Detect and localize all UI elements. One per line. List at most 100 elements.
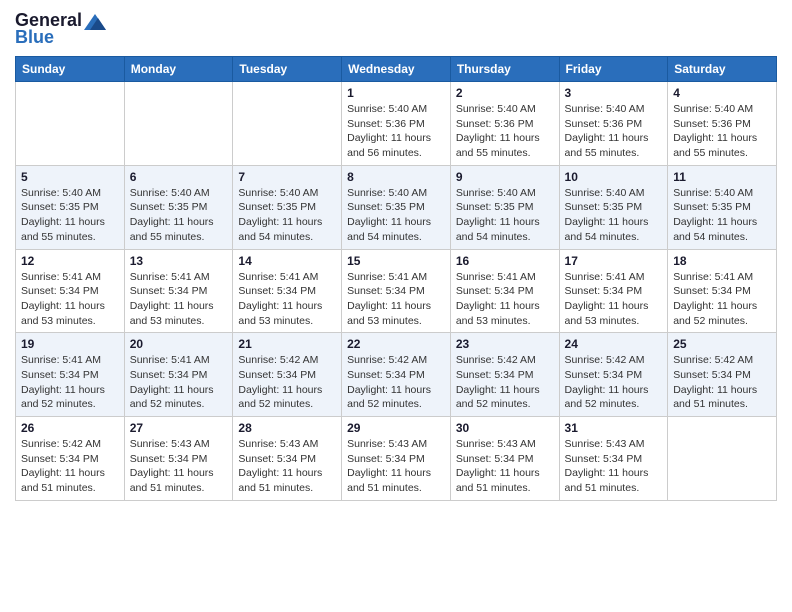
calendar-cell: 10 Sunrise: 5:40 AM Sunset: 5:35 PM Dayli… (559, 165, 668, 249)
calendar-cell (124, 82, 233, 166)
day-number: 17 (565, 254, 663, 268)
calendar-cell: 28 Sunrise: 5:43 AM Sunset: 5:34 PM Dayli… (233, 417, 342, 501)
calendar-cell (16, 82, 125, 166)
day-info: Sunrise: 5:43 AM Sunset: 5:34 PM Dayligh… (130, 437, 228, 496)
column-header-wednesday: Wednesday (342, 57, 451, 82)
calendar-cell: 8Sunrise: 5:40 AM Sunset: 5:35 PM Daylig… (342, 165, 451, 249)
day-info: Sunrise: 5:40 AM Sunset: 5:36 PM Dayligh… (673, 102, 771, 161)
day-info: Sunrise: 5:43 AM Sunset: 5:34 PM Dayligh… (456, 437, 554, 496)
day-number: 2 (456, 86, 554, 100)
column-header-saturday: Saturday (668, 57, 777, 82)
logo: General Blue (15, 10, 106, 48)
calendar-cell: 5 Sunrise: 5:40 AM Sunset: 5:35 PM Daylig… (16, 165, 125, 249)
day-number: 21 (238, 337, 336, 351)
calendar-cell: 27 Sunrise: 5:43 AM Sunset: 5:34 PM Dayli… (124, 417, 233, 501)
day-number: 30 (456, 421, 554, 435)
day-info: Sunrise: 5:42 AM Sunset: 5:34 PM Dayligh… (347, 353, 445, 412)
day-info: Sunrise: 5:41 AM Sunset: 5:34 PM Dayligh… (565, 270, 663, 329)
day-info: Sunrise: 5:43 AM Sunset: 5:34 PM Dayligh… (238, 437, 336, 496)
day-info: Sunrise: 5:41 AM Sunset: 5:34 PM Dayligh… (21, 270, 119, 329)
calendar-week-row: 26Sunrise: 5:42 AM Sunset: 5:34 PM Dayli… (16, 417, 777, 501)
day-info: Sunrise: 5:40 AM Sunset: 5:35 PM Dayligh… (238, 186, 336, 245)
day-info: Sunrise: 5:40 AM Sunset: 5:35 PM Dayligh… (21, 186, 119, 245)
calendar-cell: 17 Sunrise: 5:41 AM Sunset: 5:34 PM Dayli… (559, 249, 668, 333)
day-info: Sunrise: 5:40 AM Sunset: 5:35 PM Dayligh… (456, 186, 554, 245)
calendar-cell: 21 Sunrise: 5:42 AM Sunset: 5:34 PM Dayli… (233, 333, 342, 417)
day-number: 22 (347, 337, 445, 351)
day-number: 23 (456, 337, 554, 351)
calendar-cell: 13Sunrise: 5:41 AM Sunset: 5:34 PM Dayli… (124, 249, 233, 333)
day-number: 29 (347, 421, 445, 435)
calendar-cell (668, 417, 777, 501)
day-number: 1 (347, 86, 445, 100)
day-number: 5 (21, 170, 119, 184)
calendar-cell: 22 Sunrise: 5:42 AM Sunset: 5:34 PM Dayli… (342, 333, 451, 417)
day-number: 9 (456, 170, 554, 184)
calendar-week-row: 5 Sunrise: 5:40 AM Sunset: 5:35 PM Daylig… (16, 165, 777, 249)
calendar-table: SundayMondayTuesdayWednesdayThursdayFrid… (15, 56, 777, 501)
day-number: 3 (565, 86, 663, 100)
day-info: Sunrise: 5:42 AM Sunset: 5:34 PM Dayligh… (565, 353, 663, 412)
day-number: 18 (673, 254, 771, 268)
day-info: Sunrise: 5:40 AM Sunset: 5:35 PM Dayligh… (347, 186, 445, 245)
calendar-cell: 3Sunrise: 5:40 AM Sunset: 5:36 PM Daylig… (559, 82, 668, 166)
calendar-cell: 9 Sunrise: 5:40 AM Sunset: 5:35 PM Daylig… (450, 165, 559, 249)
day-info: Sunrise: 5:42 AM Sunset: 5:34 PM Dayligh… (673, 353, 771, 412)
day-number: 4 (673, 86, 771, 100)
column-header-monday: Monday (124, 57, 233, 82)
day-info: Sunrise: 5:41 AM Sunset: 5:34 PM Dayligh… (238, 270, 336, 329)
calendar-cell: 12 Sunrise: 5:41 AM Sunset: 5:34 PM Dayli… (16, 249, 125, 333)
calendar-week-row: 19 Sunrise: 5:41 AM Sunset: 5:34 PM Dayli… (16, 333, 777, 417)
day-info: Sunrise: 5:41 AM Sunset: 5:34 PM Dayligh… (347, 270, 445, 329)
calendar-header-row: SundayMondayTuesdayWednesdayThursdayFrid… (16, 57, 777, 82)
day-info: Sunrise: 5:40 AM Sunset: 5:36 PM Dayligh… (456, 102, 554, 161)
day-info: Sunrise: 5:40 AM Sunset: 5:36 PM Dayligh… (347, 102, 445, 161)
day-info: Sunrise: 5:41 AM Sunset: 5:34 PM Dayligh… (130, 353, 228, 412)
calendar-cell: 24 Sunrise: 5:42 AM Sunset: 5:34 PM Dayli… (559, 333, 668, 417)
column-header-sunday: Sunday (16, 57, 125, 82)
day-number: 28 (238, 421, 336, 435)
calendar-cell: 29 Sunrise: 5:43 AM Sunset: 5:34 PM Dayli… (342, 417, 451, 501)
calendar-cell: 1 Sunrise: 5:40 AM Sunset: 5:36 PM Daylig… (342, 82, 451, 166)
calendar-cell: 19 Sunrise: 5:41 AM Sunset: 5:34 PM Dayli… (16, 333, 125, 417)
day-number: 11 (673, 170, 771, 184)
column-header-thursday: Thursday (450, 57, 559, 82)
calendar-cell: 25 Sunrise: 5:42 AM Sunset: 5:34 PM Dayli… (668, 333, 777, 417)
day-info: Sunrise: 5:42 AM Sunset: 5:34 PM Dayligh… (238, 353, 336, 412)
calendar-cell: 14Sunrise: 5:41 AM Sunset: 5:34 PM Dayli… (233, 249, 342, 333)
day-info: Sunrise: 5:43 AM Sunset: 5:34 PM Dayligh… (347, 437, 445, 496)
calendar-cell: 31 Sunrise: 5:43 AM Sunset: 5:34 PM Dayli… (559, 417, 668, 501)
day-info: Sunrise: 5:41 AM Sunset: 5:34 PM Dayligh… (456, 270, 554, 329)
day-number: 16 (456, 254, 554, 268)
day-info: Sunrise: 5:42 AM Sunset: 5:34 PM Dayligh… (21, 437, 119, 496)
calendar-week-row: 1 Sunrise: 5:40 AM Sunset: 5:36 PM Daylig… (16, 82, 777, 166)
logo-icon (84, 14, 106, 30)
day-number: 31 (565, 421, 663, 435)
calendar-cell: 16 Sunrise: 5:41 AM Sunset: 5:34 PM Dayli… (450, 249, 559, 333)
day-number: 24 (565, 337, 663, 351)
column-header-tuesday: Tuesday (233, 57, 342, 82)
page-header: General Blue (15, 10, 777, 48)
day-info: Sunrise: 5:40 AM Sunset: 5:35 PM Dayligh… (673, 186, 771, 245)
calendar-cell: 11 Sunrise: 5:40 AM Sunset: 5:35 PM Dayli… (668, 165, 777, 249)
day-info: Sunrise: 5:41 AM Sunset: 5:34 PM Dayligh… (21, 353, 119, 412)
calendar-cell (233, 82, 342, 166)
day-number: 10 (565, 170, 663, 184)
column-header-friday: Friday (559, 57, 668, 82)
calendar-cell: 15Sunrise: 5:41 AM Sunset: 5:34 PM Dayli… (342, 249, 451, 333)
calendar-cell: 18 Sunrise: 5:41 AM Sunset: 5:34 PM Dayli… (668, 249, 777, 333)
calendar-cell: 6Sunrise: 5:40 AM Sunset: 5:35 PM Daylig… (124, 165, 233, 249)
day-number: 20 (130, 337, 228, 351)
day-info: Sunrise: 5:40 AM Sunset: 5:35 PM Dayligh… (565, 186, 663, 245)
day-info: Sunrise: 5:43 AM Sunset: 5:34 PM Dayligh… (565, 437, 663, 496)
day-number: 27 (130, 421, 228, 435)
day-number: 25 (673, 337, 771, 351)
calendar-cell: 26Sunrise: 5:42 AM Sunset: 5:34 PM Dayli… (16, 417, 125, 501)
day-number: 7 (238, 170, 336, 184)
day-number: 12 (21, 254, 119, 268)
day-info: Sunrise: 5:42 AM Sunset: 5:34 PM Dayligh… (456, 353, 554, 412)
day-info: Sunrise: 5:41 AM Sunset: 5:34 PM Dayligh… (673, 270, 771, 329)
day-number: 6 (130, 170, 228, 184)
day-number: 19 (21, 337, 119, 351)
calendar-cell: 7 Sunrise: 5:40 AM Sunset: 5:35 PM Daylig… (233, 165, 342, 249)
